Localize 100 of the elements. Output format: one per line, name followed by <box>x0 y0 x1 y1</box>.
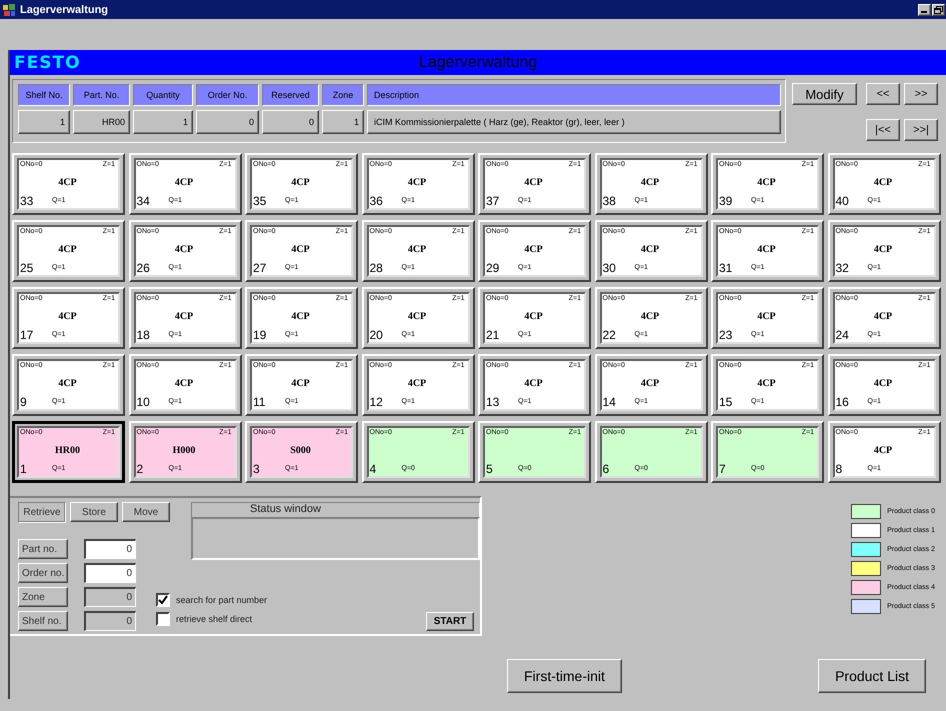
shelf-number: 19 <box>253 328 268 342</box>
shelf-number: 22 <box>602 328 617 342</box>
part-label: 4CP <box>640 310 660 322</box>
window-title: Lagerverwaltung <box>20 4 110 16</box>
value-cell: iCIM Kommissionierpalette ( Harz (ge), Reaktor (gr), leer, leer ) <box>367 110 781 134</box>
part-label: 4CP <box>406 310 428 322</box>
checkbox[interactable] <box>156 593 170 607</box>
shelf-number: 8 <box>836 462 844 476</box>
part-label: 4CP <box>290 310 311 322</box>
shelf-number: 3 <box>253 462 261 476</box>
part-label: 4CP <box>523 244 544 254</box>
part-label: 4CP <box>756 244 777 254</box>
part-label: 4CP <box>174 310 194 322</box>
restore-button[interactable] <box>932 4 945 16</box>
shelf-number: 9 <box>20 395 28 409</box>
shelf-number: 39 <box>719 194 734 208</box>
part-label: S000 <box>289 444 312 456</box>
shelf-number: 17 <box>20 328 34 342</box>
start-button[interactable]: START <box>426 612 474 631</box>
part-label: HR00 <box>54 444 81 456</box>
part-label: H000 <box>172 444 196 456</box>
shelf-number: 25 <box>20 261 34 275</box>
shelf-number: 23 <box>719 328 734 342</box>
shelf-number: 13 <box>486 395 500 409</box>
shelf-number: 31 <box>719 261 734 275</box>
part-label: 4CP <box>872 176 894 188</box>
value-cell: 0 <box>262 110 319 134</box>
column-header: Part. No. <box>73 84 130 106</box>
shelf-number: 6 <box>602 462 610 476</box>
part-label: 4CP <box>756 310 777 322</box>
part-label: 4CP <box>640 176 660 188</box>
field-label: Part no. <box>18 539 68 559</box>
checkbox[interactable] <box>156 612 170 626</box>
checkbox-label: search for part number <box>176 595 268 605</box>
nav-button[interactable]: >> <box>904 83 938 105</box>
nav-button[interactable]: >>| <box>904 118 938 140</box>
shelf-number: 14 <box>602 395 617 409</box>
part-label: 4CP <box>406 378 428 388</box>
shelf-number: 21 <box>486 328 500 342</box>
part-label: 4CP <box>640 244 660 254</box>
status-window-title: Status window <box>191 502 480 517</box>
input-field[interactable]: 0 <box>84 539 136 559</box>
field-label: Zone <box>18 587 68 607</box>
part-label: 4CP <box>174 176 194 188</box>
shelf-number: 29 <box>486 261 500 275</box>
part-label: 4CP <box>523 310 544 322</box>
part-label: 4CP <box>290 378 311 388</box>
operation-tab[interactable]: Move <box>122 502 170 522</box>
part-label: 4CP <box>174 244 194 254</box>
shelf-number: 15 <box>719 395 734 409</box>
value-cell: 1 <box>322 110 364 134</box>
value-cell: 0 <box>196 110 259 134</box>
part-label: 4CP <box>756 176 777 188</box>
operation-tab[interactable]: Store <box>70 502 118 522</box>
operation-tab[interactable]: Retrieve <box>18 502 66 523</box>
part-label: 4CP <box>57 310 78 322</box>
column-header: Order No. <box>196 84 259 106</box>
logo: FESTO <box>13 52 82 72</box>
field-label: Order no. <box>18 563 68 583</box>
shelf-number: 34 <box>136 194 151 208</box>
shelf-number: 11 <box>253 395 266 409</box>
shelf-number: 37 <box>486 194 500 208</box>
header-title: Lagerverwaltung <box>418 54 538 72</box>
shelf-number: 24 <box>836 328 850 342</box>
nav-button[interactable]: |<< <box>866 118 900 140</box>
shelf-number: 18 <box>136 328 151 342</box>
minimize-button[interactable] <box>918 4 931 16</box>
action-button[interactable]: First-time-init <box>507 659 622 693</box>
part-label: 4CP <box>57 176 78 188</box>
part-label: 4CP <box>406 244 428 254</box>
nav-button[interactable]: << <box>866 83 900 105</box>
part-label: 4CP <box>756 378 777 388</box>
shelf-number: 40 <box>836 194 850 208</box>
column-header: Zone <box>322 84 364 106</box>
shelf-number: 4 <box>370 462 378 476</box>
value-cell: 1 <box>133 110 193 134</box>
shelf-number: 33 <box>20 194 34 208</box>
column-header: Quantity <box>133 84 193 106</box>
field-label: Shelf no. <box>18 611 68 631</box>
action-button[interactable]: Product List <box>818 659 926 693</box>
shelf-number: 7 <box>719 462 727 476</box>
shelf-number: 2 <box>136 462 144 476</box>
shelf-number: 20 <box>370 328 384 342</box>
shelf-number: 1 <box>20 462 28 476</box>
part-label: 4CP <box>290 244 311 254</box>
part-label: 4CP <box>523 176 544 188</box>
part-label: 4CP <box>872 378 894 388</box>
part-label: 4CP <box>57 244 78 254</box>
restore-icon <box>934 6 943 14</box>
input-field[interactable]: 0 <box>84 563 136 583</box>
column-header: Description <box>367 84 781 106</box>
part-label: 4CP <box>523 378 544 388</box>
part-label: 4CP <box>406 176 428 188</box>
part-label: 4CP <box>174 378 194 388</box>
modify-button[interactable]: Modify <box>792 83 857 105</box>
shelf-number: 5 <box>486 462 494 476</box>
shelf-number: 26 <box>136 261 151 275</box>
value-cell: HR00 <box>73 110 130 134</box>
shelf-number: 32 <box>836 261 850 275</box>
part-label: 4CP <box>872 244 894 254</box>
